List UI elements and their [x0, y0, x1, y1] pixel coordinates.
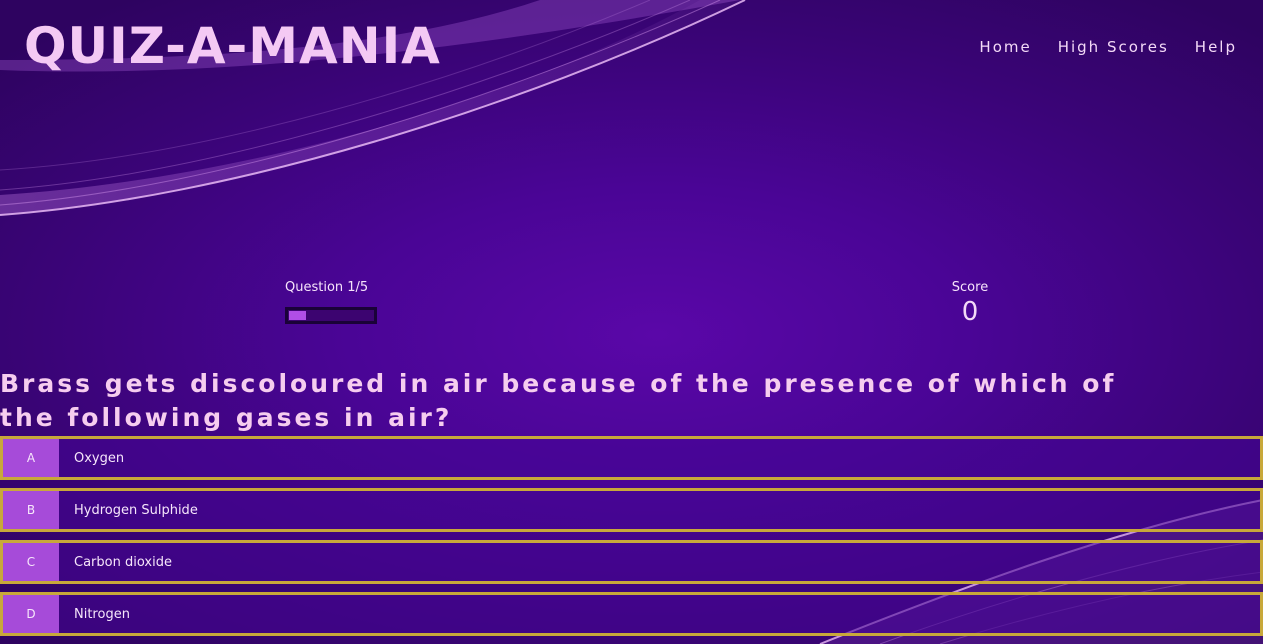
choice-prefix: C: [3, 543, 59, 581]
question-progress-panel: Question 1/5: [285, 280, 405, 324]
choice-text: Nitrogen: [74, 606, 130, 622]
choice-text: Carbon dioxide: [74, 554, 172, 570]
progress-bar: [285, 307, 377, 324]
question-text: Brass gets discoloured in air because of…: [0, 369, 1117, 432]
app-logo[interactable]: QUIZ-A-MANIA: [24, 16, 441, 76]
nav-home-link[interactable]: Home: [979, 38, 1031, 56]
nav-help-link[interactable]: Help: [1195, 38, 1237, 56]
choice-prefix: D: [3, 595, 59, 633]
choice-prefix: A: [3, 439, 59, 477]
nav-high-scores-link[interactable]: High Scores: [1058, 38, 1169, 56]
main-nav: Home High Scores Help: [979, 38, 1237, 56]
progress-bar-fill: [289, 311, 307, 320]
choice-text: Hydrogen Sulphide: [74, 502, 198, 518]
choice-d[interactable]: D Nitrogen: [0, 592, 1263, 636]
score-panel: Score 0: [930, 280, 1010, 327]
choice-b[interactable]: B Hydrogen Sulphide: [0, 488, 1263, 532]
score-label: Score: [951, 280, 989, 295]
question-counter-label: Question 1/5: [285, 280, 369, 295]
choice-text: Oxygen: [74, 450, 125, 466]
score-value: 0: [961, 297, 979, 327]
choice-prefix: B: [3, 491, 59, 529]
header: QUIZ-A-MANIA Home High Scores Help: [0, 0, 1263, 100]
answer-choices: A Oxygen B Hydrogen Sulphide C Carbon di…: [0, 436, 1263, 644]
choice-c[interactable]: C Carbon dioxide: [0, 540, 1263, 584]
choice-a[interactable]: A Oxygen: [0, 436, 1263, 480]
